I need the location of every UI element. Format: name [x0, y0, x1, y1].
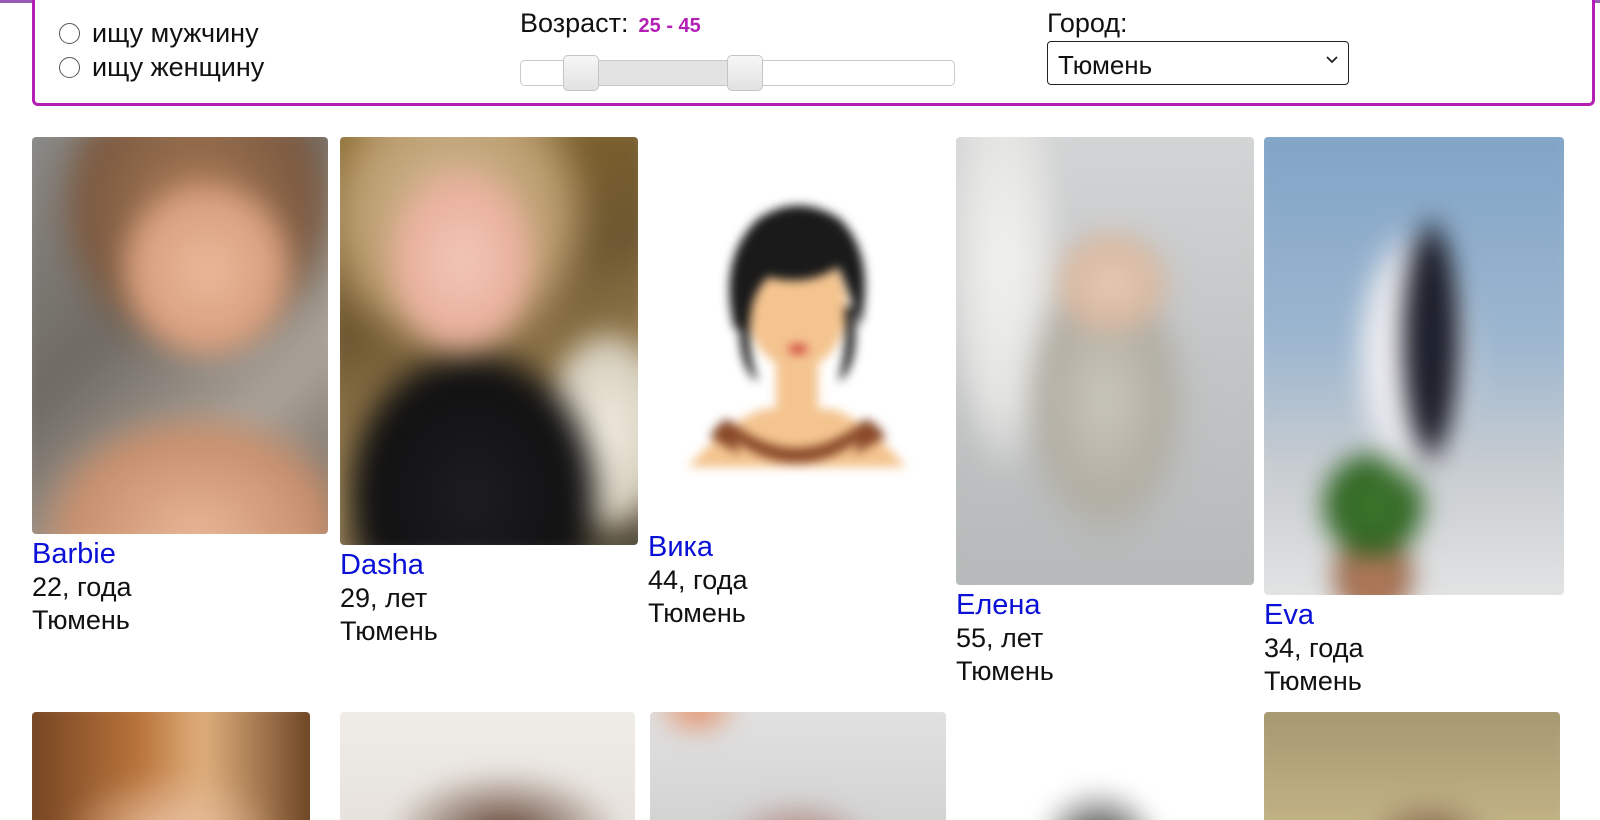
profile-name-link[interactable]: Barbie — [32, 538, 332, 571]
radio-seek-man[interactable]: ищу мужчину — [59, 16, 264, 50]
profile-city: Тюмень — [648, 598, 746, 629]
profile-card: Вика 44, года Тюмень — [648, 137, 948, 630]
profile-photo[interactable] — [32, 137, 328, 534]
profile-photo[interactable] — [1024, 712, 1174, 820]
profile-name-link[interactable]: Елена — [956, 589, 1256, 622]
radio-label: ищу женщину — [92, 51, 265, 82]
profile-name-link[interactable]: Вика — [648, 531, 948, 564]
profile-city: Тюмень — [1264, 666, 1362, 697]
profile-photo[interactable] — [32, 712, 310, 820]
profile-card: Елена 55, лет Тюмень — [956, 137, 1256, 688]
profile-card: Eva 34, года Тюмень — [1264, 137, 1564, 698]
profile-card: Dasha 29, лет Тюмень — [340, 137, 640, 648]
profile-photo[interactable] — [648, 137, 944, 527]
age-min-handle[interactable] — [563, 55, 599, 91]
profile-city: Тюмень — [340, 616, 438, 647]
age-range-slider[interactable] — [520, 55, 955, 91]
radio-button[interactable] — [59, 56, 80, 78]
female-avatar-placeholder-icon — [688, 205, 906, 467]
chevron-down-icon — [1326, 56, 1338, 64]
age-max-handle[interactable] — [727, 55, 763, 91]
profile-photo[interactable] — [650, 712, 946, 820]
profile-photo[interactable] — [340, 712, 635, 820]
age-label: Возраст: — [520, 8, 629, 38]
profile-name-link[interactable]: Dasha — [340, 549, 640, 582]
city-label: Город: — [1047, 8, 1128, 38]
profile-photo[interactable] — [956, 137, 1254, 585]
profile-card: Barbie 22, года Тюмень — [32, 137, 332, 637]
age-range-fill — [581, 61, 746, 85]
profile-name-link[interactable]: Eva — [1264, 599, 1564, 632]
profile-photo[interactable] — [340, 137, 638, 545]
profile-photo[interactable] — [1264, 712, 1560, 820]
city-select-value: Тюмень — [1058, 50, 1153, 80]
profile-city: Тюмень — [32, 605, 130, 636]
profile-age: 44, года — [648, 565, 748, 596]
search-filter-panel: ищу мужчину ищу женщину Возраст: 25 - 45… — [32, 0, 1595, 106]
profile-photo[interactable] — [1264, 137, 1564, 595]
city-filter: Город: Тюмень — [1047, 8, 1349, 85]
profile-age: 55, лет — [956, 623, 1044, 654]
radio-seek-woman[interactable]: ищу женщину — [59, 50, 264, 84]
profile-age: 29, лет — [340, 583, 428, 614]
profile-age: 34, года — [1264, 633, 1364, 664]
profile-city: Тюмень — [956, 656, 1054, 687]
city-select[interactable]: Тюмень — [1047, 41, 1349, 85]
age-range-value: 25 - 45 — [638, 15, 701, 37]
profile-age: 22, года — [32, 572, 132, 603]
radio-button[interactable] — [59, 22, 80, 44]
age-filter: Возраст: 25 - 45 — [520, 8, 960, 91]
gender-filter: ищу мужчину ищу женщину — [59, 16, 264, 84]
radio-label: ищу мужчину — [92, 17, 259, 48]
